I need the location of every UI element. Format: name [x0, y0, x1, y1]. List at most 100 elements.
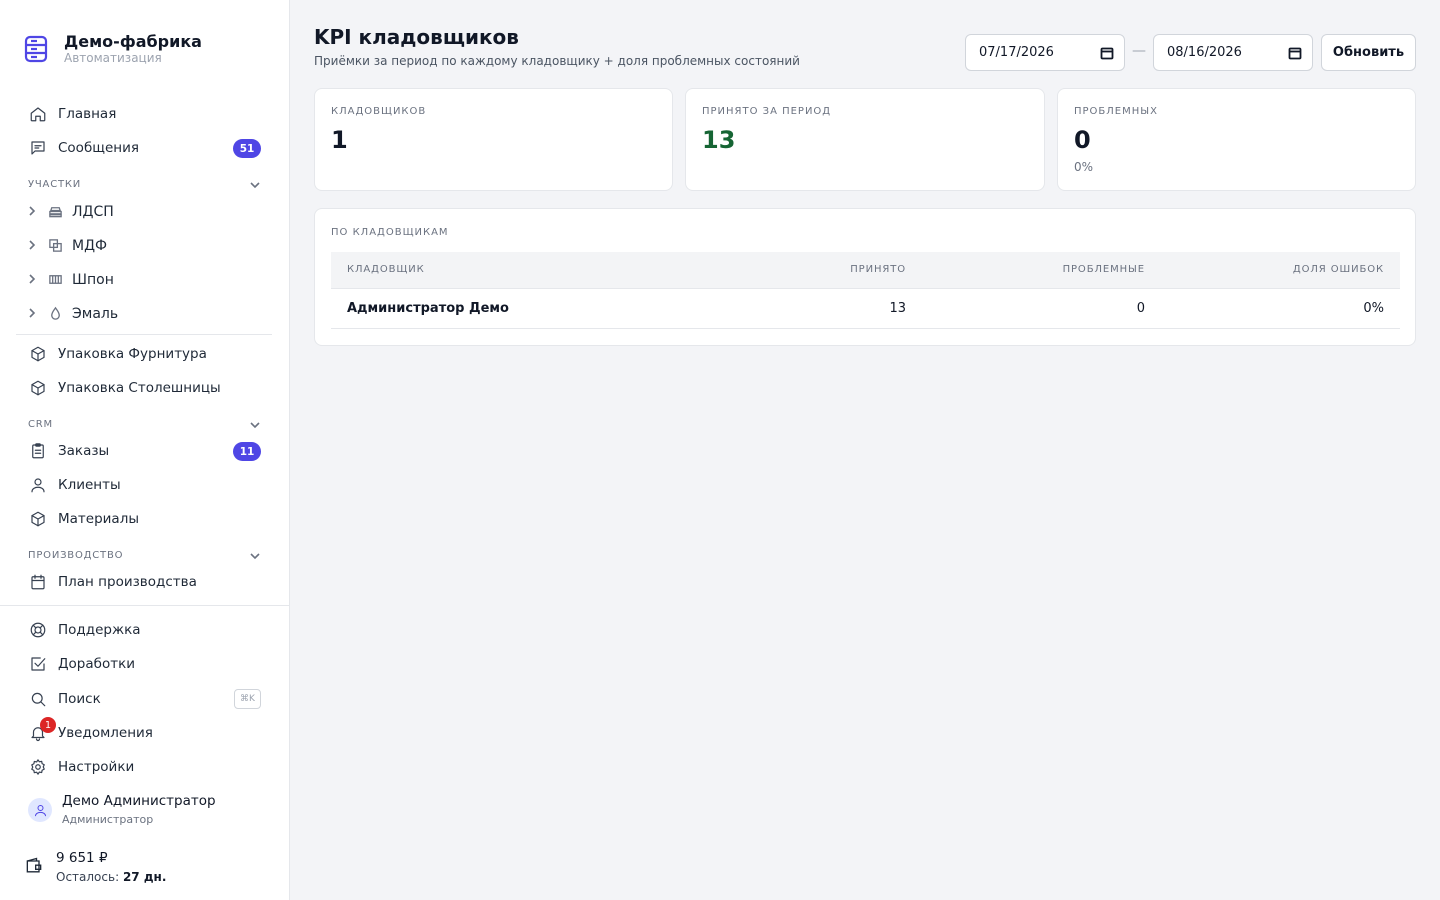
- brand-title: Демо-фабрика: [64, 32, 202, 51]
- card-value: 1: [331, 126, 348, 154]
- sidebar-item-label: Поиск: [58, 691, 101, 707]
- chevron-right-icon[interactable]: [26, 307, 40, 321]
- sidebar-item-label: ЛДСП: [72, 204, 114, 220]
- sidebar-item-production-plan[interactable]: План производства: [16, 566, 273, 598]
- date-to-value: 08/16/2026: [1167, 45, 1242, 60]
- wallet-remaining-value: 27 дн.: [122, 870, 167, 884]
- sidebar-item-label: Эмаль: [72, 306, 119, 322]
- sidebar-item-label: Поддержка: [58, 622, 141, 638]
- wallet-remaining: Осталось: 27 дн.: [56, 868, 166, 886]
- sidebar-item-label: Упаковка Столешницы: [58, 380, 221, 396]
- sidebar-item-mdf[interactable]: МДФ: [26, 231, 107, 261]
- card-value: 13: [702, 126, 736, 154]
- sidebar-item-label: Уведомления: [58, 725, 153, 741]
- bell-icon: 1: [28, 717, 56, 743]
- sidebar-item-materials[interactable]: Материалы: [16, 503, 273, 535]
- sidebar-item-improvements[interactable]: Доработки: [16, 648, 273, 680]
- sidebar-item-enamel[interactable]: Эмаль: [26, 299, 118, 329]
- orders-count-badge: 11: [233, 442, 261, 461]
- sidebar-item-label: План производства: [58, 574, 197, 590]
- column-header-accepted[interactable]: ПРИНЯТО: [850, 264, 906, 275]
- wallet-amount: 9 651 ₽: [56, 850, 108, 866]
- refresh-button[interactable]: Обновить: [1321, 34, 1416, 71]
- calendar-icon[interactable]: [1288, 46, 1302, 60]
- sidebar-item-label: Заказы: [58, 443, 110, 459]
- chevron-right-icon[interactable]: [26, 239, 40, 253]
- sidebar-item-clients[interactable]: Клиенты: [16, 469, 273, 501]
- column-header-error-rate[interactable]: ДОЛЯ ОШИБОК: [1293, 264, 1384, 275]
- column-header-problems[interactable]: ПРОБЛЕМНЫЕ: [1063, 264, 1145, 275]
- kpi-card-problems: ПРОБЛЕМНЫХ 0 0%: [1057, 88, 1416, 191]
- user-name: Демо Администратор: [62, 793, 216, 809]
- date-to-input[interactable]: 08/16/2026: [1153, 34, 1313, 71]
- chevron-right-icon[interactable]: [26, 273, 40, 287]
- chevron-down-icon[interactable]: [248, 177, 262, 191]
- sidebar-item-notifications[interactable]: 1 Уведомления: [16, 717, 273, 749]
- card-label: ПРИНЯТО ЗА ПЕРИОД: [702, 106, 832, 117]
- sidebar-item-pack-countertops[interactable]: Упаковка Столешницы: [16, 372, 273, 404]
- page-title: KPI кладовщиков: [314, 25, 519, 49]
- gear-icon: [28, 757, 48, 777]
- divider: [16, 334, 272, 335]
- section-label-production: ПРОИЗВОДСТВО: [28, 550, 124, 561]
- sidebar-item-label: МДФ: [72, 238, 108, 254]
- message-icon: [28, 138, 48, 158]
- calendar-icon: [28, 572, 48, 592]
- sidebar-item-label: Клиенты: [58, 477, 121, 493]
- wallet-balance[interactable]: 9 651 ₽ Осталось: 27 дн.: [24, 848, 166, 886]
- date-from-input[interactable]: 07/17/2026: [965, 34, 1125, 71]
- sidebar-item-pack-hardware[interactable]: Упаковка Фурнитура: [16, 338, 273, 370]
- user-role: Администратор: [62, 813, 154, 826]
- divider: [0, 605, 289, 606]
- cell-error-rate: 0%: [1363, 301, 1384, 316]
- notifications-count-badge: 1: [40, 717, 56, 733]
- sidebar-item-label: Шпон: [72, 272, 114, 288]
- sidebar-item-label: Сообщения: [58, 140, 140, 156]
- table-title: ПО КЛАДОВЩИКАМ: [331, 227, 449, 238]
- sidebar-item-label: Материалы: [58, 511, 139, 527]
- sidebar-item-label: Главная: [58, 106, 117, 122]
- cube-icon: [28, 509, 48, 529]
- card-value: 0: [1074, 126, 1091, 154]
- sidebar-item-label: Упаковка Фурнитура: [58, 346, 207, 362]
- server-logo-icon: [24, 35, 48, 63]
- card-label: КЛАДОВЩИКОВ: [331, 106, 427, 117]
- column-header-storekeeper[interactable]: КЛАДОВЩИК: [347, 264, 425, 275]
- box-icon: [28, 344, 48, 364]
- kpi-card-accepted: ПРИНЯТО ЗА ПЕРИОД 13: [685, 88, 1045, 191]
- sidebar-item-label: Доработки: [58, 656, 136, 672]
- brand[interactable]: Демо-фабрика Автоматизация: [24, 33, 202, 65]
- page-subtitle: Приёмки за период по каждому кладовщику …: [314, 54, 800, 68]
- section-label-uchastki: УЧАСТКИ: [28, 179, 82, 190]
- chevron-down-icon[interactable]: [248, 548, 262, 562]
- sidebar-item-home[interactable]: Главная: [16, 98, 273, 130]
- sidebar-item-label: Настройки: [58, 759, 135, 775]
- section-label-crm: CRM: [28, 419, 53, 430]
- search-icon: [28, 689, 48, 709]
- search-shortcut: ⌘K: [234, 689, 261, 709]
- checkbox-icon: [28, 654, 48, 674]
- user-icon: [34, 804, 46, 816]
- sidebar-item-settings[interactable]: Настройки: [16, 751, 273, 783]
- layers-icon: [48, 204, 64, 220]
- sidebar-item-support[interactable]: Поддержка: [16, 614, 273, 646]
- lifebuoy-icon: [28, 620, 48, 640]
- sidebar-item-orders[interactable]: Заказы 11: [16, 435, 273, 467]
- chevron-down-icon[interactable]: [248, 417, 262, 431]
- user-icon: [28, 475, 48, 495]
- wallet-remaining-label: Осталось:: [56, 870, 120, 884]
- table-row[interactable]: Администратор Демо 13 0 0%: [331, 289, 1400, 329]
- drop-icon: [48, 306, 64, 322]
- calendar-icon[interactable]: [1100, 46, 1114, 60]
- cell-accepted: 13: [889, 301, 906, 316]
- date-separator: —: [1132, 43, 1146, 59]
- sidebar-item-veneer[interactable]: Шпон: [26, 265, 114, 295]
- sidebar-item-ldsp[interactable]: ЛДСП: [26, 197, 114, 227]
- sidebar-item-messages[interactable]: Сообщения 51: [16, 132, 273, 164]
- chevron-right-icon[interactable]: [26, 205, 40, 219]
- card-label: ПРОБЛЕМНЫХ: [1074, 106, 1158, 117]
- brand-subtitle: Автоматизация: [64, 51, 162, 65]
- sidebar-item-search[interactable]: Поиск ⌘K: [16, 683, 273, 715]
- user-profile[interactable]: Демо Администратор Администратор: [28, 792, 216, 829]
- sidebar: Демо-фабрика Автоматизация Главная Сообщ…: [0, 0, 290, 900]
